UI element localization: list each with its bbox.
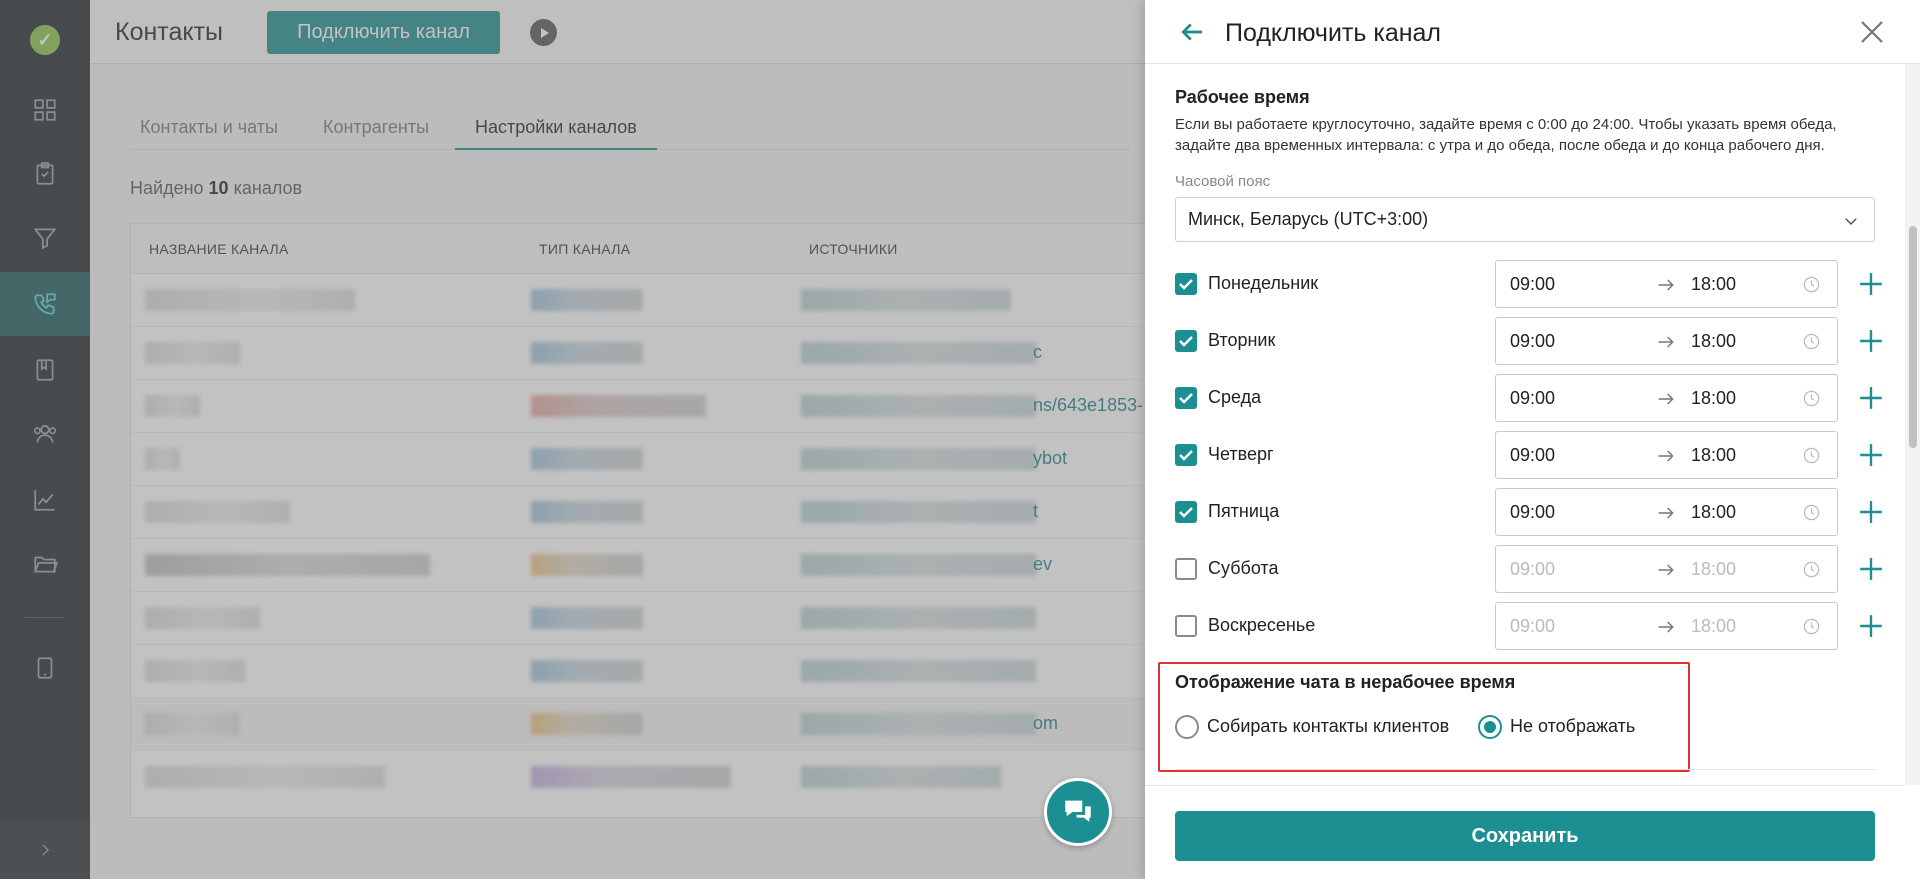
- time-from[interactable]: 09:00: [1510, 388, 1555, 409]
- modal-backdrop[interactable]: [0, 0, 1145, 879]
- time-range-input[interactable]: 09:00 18:00: [1495, 602, 1838, 650]
- drawer-footer: Сохранить: [1145, 785, 1905, 879]
- arrow-right-icon: [1658, 564, 1674, 576]
- radio-label: Собирать контакты клиентов: [1207, 716, 1450, 736]
- day-checkbox[interactable]: [1175, 387, 1197, 409]
- time-range-input[interactable]: 09:00 18:00: [1495, 488, 1838, 536]
- day-label: Суббота: [1208, 558, 1279, 578]
- timezone-value: Минск, Беларусь (UTC+3:00): [1188, 209, 1429, 229]
- time-range-input[interactable]: 09:00 18:00: [1495, 260, 1838, 308]
- day-checkbox[interactable]: [1175, 615, 1197, 637]
- plus-icon[interactable]: [1858, 328, 1884, 354]
- close-icon[interactable]: [1857, 17, 1887, 47]
- day-row-thursday: Четверг 09:00 18:00: [1175, 431, 1895, 479]
- drawer-header: Подключить канал: [1145, 0, 1920, 64]
- scrollbar-thumb[interactable]: [1909, 226, 1917, 448]
- radio-label: Не отображать: [1510, 716, 1636, 736]
- time-to[interactable]: 18:00: [1691, 616, 1736, 637]
- arrow-right-icon: [1658, 393, 1674, 405]
- clock-icon: [1803, 618, 1820, 635]
- day-label: Пятница: [1208, 501, 1280, 521]
- chevron-down-icon: [1845, 218, 1857, 226]
- clock-icon: [1803, 561, 1820, 578]
- day-row-friday: Пятница 09:00 18:00: [1175, 488, 1895, 536]
- clock-icon: [1803, 447, 1820, 464]
- time-to[interactable]: 18:00: [1691, 274, 1736, 295]
- work-time-description: Если вы работаете круглосуточно, задайте…: [1175, 116, 1837, 154]
- plus-icon[interactable]: [1858, 499, 1884, 525]
- time-from[interactable]: 09:00: [1510, 445, 1555, 466]
- arrow-right-icon: [1658, 336, 1674, 348]
- arrow-left-icon[interactable]: [1177, 17, 1207, 47]
- day-label: Четверг: [1208, 444, 1274, 464]
- day-row-wednesday: Среда 09:00 18:00: [1175, 374, 1895, 422]
- arrow-right-icon: [1658, 450, 1674, 462]
- clock-icon: [1803, 333, 1820, 350]
- time-to[interactable]: 18:00: [1691, 388, 1736, 409]
- time-from[interactable]: 09:00: [1510, 616, 1555, 637]
- time-from[interactable]: 09:00: [1510, 331, 1555, 352]
- arrow-right-icon: [1658, 621, 1674, 633]
- clock-icon: [1803, 390, 1820, 407]
- arrow-right-icon: [1658, 279, 1674, 291]
- day-row-saturday: Суббота 09:00 18:00: [1175, 545, 1895, 593]
- time-range-input[interactable]: 09:00 18:00: [1495, 545, 1838, 593]
- day-label: Вторник: [1208, 330, 1276, 350]
- connect-channel-drawer: Подключить канал Рабочее время Если вы р…: [1145, 0, 1920, 879]
- plus-icon[interactable]: [1858, 385, 1884, 411]
- plus-icon[interactable]: [1858, 613, 1884, 639]
- time-from[interactable]: 09:00: [1510, 559, 1555, 580]
- day-checkbox[interactable]: [1175, 330, 1197, 352]
- timezone-label: Часовой пояс: [1175, 173, 1271, 190]
- day-checkbox[interactable]: [1175, 273, 1197, 295]
- clock-icon: [1803, 276, 1820, 293]
- chat-icon: [1065, 800, 1091, 822]
- timezone-select[interactable]: Минск, Беларусь (UTC+3:00): [1175, 197, 1875, 242]
- day-row-monday: Понедельник 09:00 18:00: [1175, 260, 1895, 308]
- day-row-sunday: Воскресенье 09:00 18:00: [1175, 602, 1895, 650]
- clock-icon: [1803, 504, 1820, 521]
- radio-button[interactable]: [1175, 715, 1199, 739]
- time-to[interactable]: 18:00: [1691, 559, 1736, 580]
- time-to[interactable]: 18:00: [1691, 331, 1736, 352]
- time-range-input[interactable]: 09:00 18:00: [1495, 317, 1838, 365]
- drawer-scrollbar[interactable]: [1905, 64, 1920, 785]
- nonwork-title: Отображение чата в нерабочее время: [1175, 672, 1516, 692]
- day-label: Понедельник: [1208, 273, 1319, 293]
- day-checkbox[interactable]: [1175, 501, 1197, 523]
- day-row-tuesday: Вторник 09:00 18:00: [1175, 317, 1895, 365]
- time-range-input[interactable]: 09:00 18:00: [1495, 374, 1838, 422]
- save-button[interactable]: Сохранить: [1175, 811, 1875, 861]
- plus-icon[interactable]: [1858, 556, 1884, 582]
- time-to[interactable]: 18:00: [1691, 445, 1736, 466]
- time-range-input[interactable]: 09:00 18:00: [1495, 431, 1838, 479]
- chat-support-button[interactable]: [1044, 778, 1112, 846]
- arrow-right-icon: [1658, 507, 1674, 519]
- day-label: Воскресенье: [1208, 615, 1316, 635]
- plus-icon[interactable]: [1858, 271, 1884, 297]
- day-checkbox[interactable]: [1175, 558, 1197, 580]
- drawer-title: Подключить канал: [1225, 19, 1442, 47]
- time-from[interactable]: 09:00: [1510, 274, 1555, 295]
- work-time-title: Рабочее время: [1175, 87, 1310, 107]
- time-from[interactable]: 09:00: [1510, 502, 1555, 523]
- day-checkbox[interactable]: [1175, 444, 1197, 466]
- plus-icon[interactable]: [1858, 442, 1884, 468]
- radio-button[interactable]: [1478, 715, 1502, 739]
- day-label: Среда: [1208, 387, 1262, 407]
- time-to[interactable]: 18:00: [1691, 502, 1736, 523]
- divider: [1175, 769, 1875, 770]
